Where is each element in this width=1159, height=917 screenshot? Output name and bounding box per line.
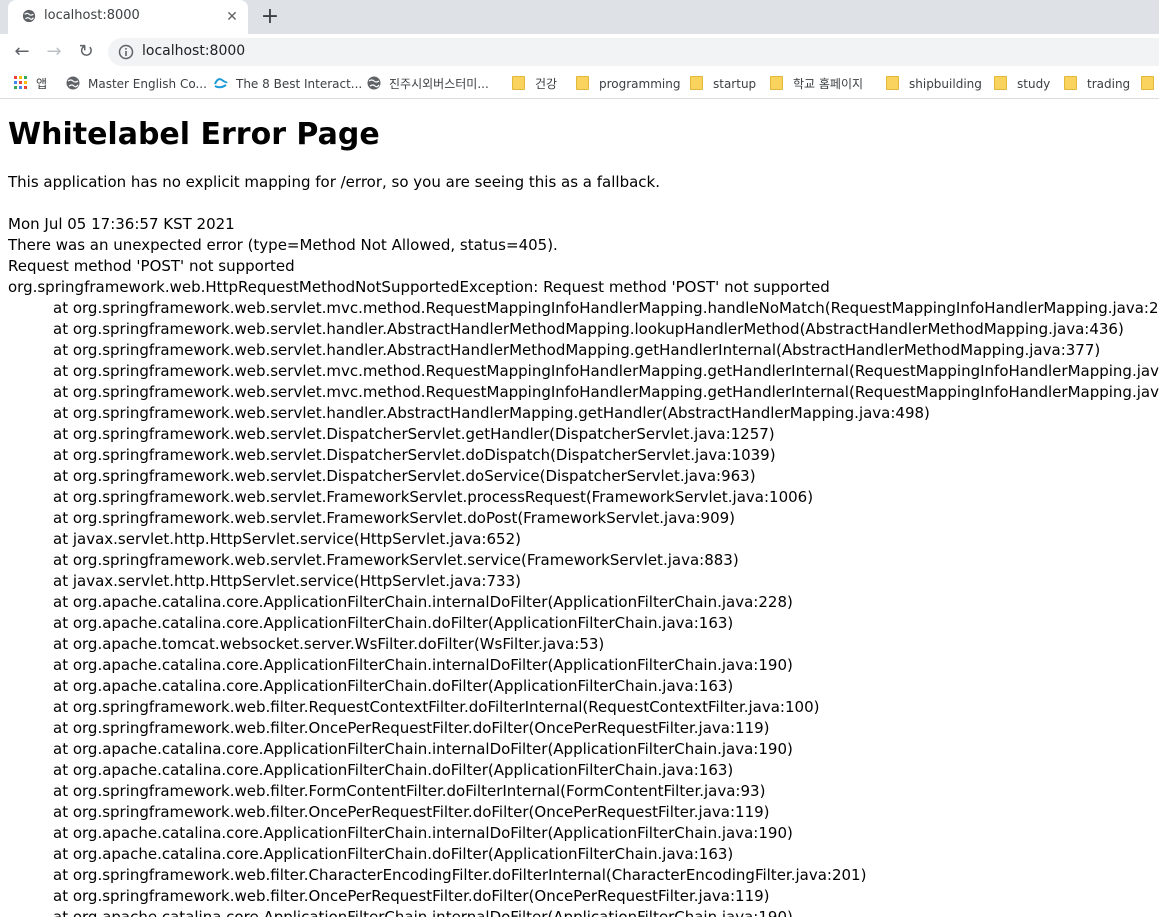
bookmark-item[interactable]: The 8 Best Interact... <box>214 75 362 93</box>
error-timestamp: Mon Jul 05 17:36:57 KST 2021 <box>8 215 235 233</box>
error-details: Mon Jul 05 17:36:57 KST 2021 There was a… <box>8 214 1159 917</box>
bookmark-item[interactable]: programming <box>576 75 680 93</box>
bookmark-item[interactable]: 앱 <box>14 75 47 93</box>
page-content: Whitelabel Error Page This application h… <box>8 100 1159 917</box>
fallback-message: This application has no explicit mapping… <box>8 173 660 191</box>
close-tab-icon[interactable]: ✕ <box>224 9 240 25</box>
globe-icon <box>66 76 80 90</box>
bookmark-label: Master English Co... <box>88 77 207 91</box>
stack-trace-line: at org.springframework.web.servlet.mvc.m… <box>53 383 1159 401</box>
bookmark-label: 학교 홈페이지 <box>793 77 864 91</box>
stack-trace-line: at org.springframework.web.filter.OncePe… <box>53 719 770 737</box>
stack-trace-line: at org.springframework.web.servlet.Dispa… <box>53 446 776 464</box>
apps-grid-icon <box>14 76 27 89</box>
stack-trace-line: at org.springframework.web.servlet.mvc.m… <box>53 299 1159 317</box>
stack-trace-line: at org.springframework.web.servlet.Dispa… <box>53 425 775 443</box>
tab-title: localhost:8000 <box>44 8 140 23</box>
tab-strip: localhost:8000 ✕ + <box>0 0 1159 34</box>
stack-trace-line: at org.apache.catalina.core.ApplicationF… <box>53 761 734 779</box>
reload-icon[interactable]: ↻ <box>74 40 98 64</box>
folder-icon <box>770 76 783 90</box>
stack-trace-line: at org.apache.catalina.core.ApplicationF… <box>53 824 793 842</box>
stack-trace-line: at org.springframework.web.servlet.handl… <box>53 341 1101 359</box>
stack-trace-line: at org.springframework.web.servlet.Frame… <box>53 488 814 506</box>
browser-toolbar: ← → ↻ localhost:8000 <box>0 34 1159 70</box>
stack-trace-line: at org.springframework.web.servlet.handl… <box>53 404 930 422</box>
bookmark-label: 앱 <box>36 77 48 91</box>
bookmark-item[interactable]: 건강 <box>512 75 557 93</box>
bookmark-item[interactable]: study <box>994 75 1050 93</box>
folder-icon <box>690 76 703 90</box>
folder-icon <box>886 76 899 90</box>
stack-trace-line: at org.springframework.web.filter.OncePe… <box>53 803 770 821</box>
stack-trace-line: at org.springframework.web.servlet.handl… <box>53 320 1124 338</box>
bookmark-label: study <box>1017 77 1051 91</box>
folder-icon <box>1064 76 1077 90</box>
bookmark-label: startup <box>713 77 757 91</box>
exception-line: org.springframework.web.HttpRequestMetho… <box>8 278 830 296</box>
bookmark-item[interactable]: 진주시외버스터미... <box>367 75 489 93</box>
url-text[interactable]: localhost:8000 <box>142 43 245 59</box>
bookmark-label: trading <box>1087 77 1131 91</box>
bookmark-label: 진주시외버스터미... <box>389 77 489 91</box>
globe-icon <box>367 76 381 90</box>
folder-icon <box>512 76 525 90</box>
folder-icon <box>1141 76 1154 90</box>
stack-trace-line: at org.apache.catalina.core.ApplicationF… <box>53 677 734 695</box>
bookmark-item[interactable]: shipbuilding <box>886 75 982 93</box>
stack-trace-line: at org.springframework.web.filter.Charac… <box>53 866 867 884</box>
stack-trace-line: at org.springframework.web.servlet.Frame… <box>53 509 736 527</box>
stack-trace-line: at org.springframework.web.servlet.Frame… <box>53 551 739 569</box>
page-title: Whitelabel Error Page <box>8 117 380 152</box>
stack-trace-line: at org.apache.tomcat.websocket.server.Ws… <box>53 635 605 653</box>
stack-trace-line: at org.springframework.web.servlet.mvc.m… <box>53 362 1159 380</box>
stack-trace-line: at org.apache.catalina.core.ApplicationF… <box>53 908 793 917</box>
stack-trace-line: at org.apache.catalina.core.ApplicationF… <box>53 614 734 632</box>
swirl-icon <box>214 78 228 89</box>
stack-trace-line: at org.apache.catalina.core.ApplicationF… <box>53 656 793 674</box>
stack-trace-line: at org.springframework.web.servlet.Dispa… <box>53 467 756 485</box>
bookmarks-bar: 앱 Master English Co... The 8 Best Interact… <box>0 70 1159 99</box>
back-icon[interactable]: ← <box>10 40 34 64</box>
folder-icon <box>994 76 1007 90</box>
bookmark-item[interactable]: trading <box>1064 75 1130 93</box>
bookmark-item[interactable]: Master English Co... <box>66 75 207 93</box>
stack-trace-line: at javax.servlet.http.HttpServlet.servic… <box>53 530 521 548</box>
bookmark-label: programming <box>599 77 681 91</box>
stack-trace-line: at javax.servlet.http.HttpServlet.servic… <box>53 572 521 590</box>
new-tab-icon[interactable]: + <box>258 6 282 28</box>
bookmark-label: The 8 Best Interact... <box>236 77 363 91</box>
info-icon[interactable] <box>118 44 134 60</box>
bookmark-item[interactable]: 학교 홈페이지 <box>770 75 863 93</box>
forward-icon[interactable]: → <box>42 40 66 64</box>
address-bar[interactable]: localhost:8000 <box>108 38 1159 66</box>
stack-trace-line: at org.springframework.web.filter.FormCo… <box>53 782 766 800</box>
bookmark-item[interactable] <box>1141 75 1159 93</box>
stack-trace-line: at org.apache.catalina.core.ApplicationF… <box>53 593 793 611</box>
error-type: There was an unexpected error (type=Meth… <box>8 236 558 254</box>
stack-trace-line: at org.springframework.web.filter.OncePe… <box>53 887 770 905</box>
bookmark-label: 건강 <box>535 77 558 91</box>
folder-icon <box>576 76 589 90</box>
stack-trace-line: at org.apache.catalina.core.ApplicationF… <box>53 740 793 758</box>
error-message: Request method 'POST' not supported <box>8 257 295 275</box>
globe-icon <box>22 9 36 23</box>
bookmark-label: shipbuilding <box>909 77 982 91</box>
stack-trace-line: at org.springframework.web.filter.Reques… <box>53 698 820 716</box>
stack-trace-line: at org.apache.catalina.core.ApplicationF… <box>53 845 734 863</box>
bookmark-item[interactable]: startup <box>690 75 756 93</box>
browser-tab[interactable]: localhost:8000 ✕ <box>8 0 248 34</box>
